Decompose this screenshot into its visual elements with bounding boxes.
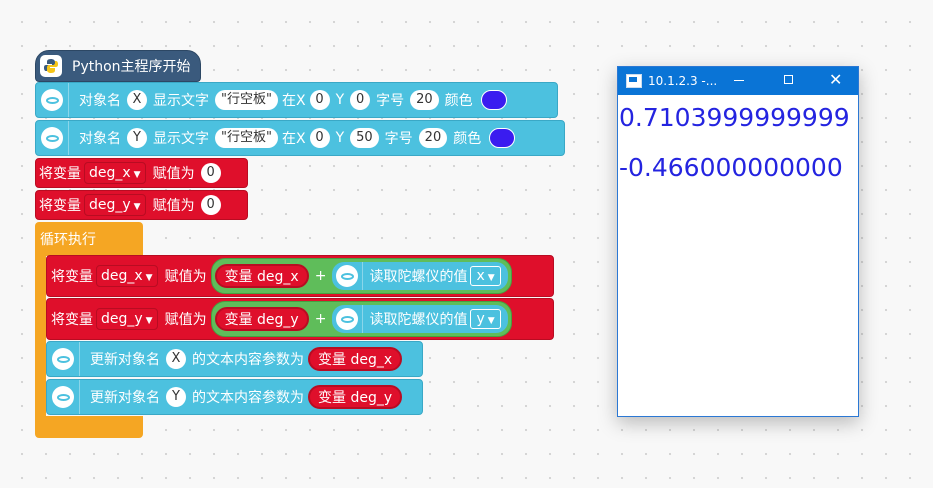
label-set-variable: 将变量 bbox=[51, 269, 93, 285]
set-deg-x-gyro-block[interactable]: 将变量 deg_x ▼ 赋值为 变量 deg_x + 读取陀螺仪的值 x ▼ bbox=[46, 255, 554, 297]
label-read-gyro: 读取陀螺仪的值 bbox=[369, 269, 468, 285]
object-name-field[interactable]: Y bbox=[166, 387, 186, 407]
variable-dropdown[interactable]: deg_x ▼ bbox=[84, 162, 146, 184]
label-show-text: 显示文字 bbox=[153, 131, 209, 147]
close-icon[interactable]: ✕ bbox=[829, 72, 842, 88]
label-color: 颜色 bbox=[453, 131, 482, 147]
caret-down-icon: ▼ bbox=[133, 202, 141, 212]
read-gyro-block[interactable]: 读取陀螺仪的值 y ▼ bbox=[332, 305, 508, 333]
y-field[interactable]: 50 bbox=[350, 128, 379, 148]
unihiker-icon bbox=[336, 308, 359, 330]
label-text-param: 的文本内容参数为 bbox=[192, 352, 304, 368]
label-assign: 赋值为 bbox=[152, 166, 195, 182]
label-size: 字号 bbox=[384, 131, 413, 147]
variable-reporter[interactable]: 变量 deg_x bbox=[308, 347, 403, 371]
label-x: 在X bbox=[281, 93, 306, 109]
label-read-gyro: 读取陀螺仪的值 bbox=[369, 312, 468, 328]
add-operator-block[interactable]: 变量 deg_x + 读取陀螺仪的值 x ▼ bbox=[210, 258, 512, 294]
unihiker-icon bbox=[41, 127, 63, 149]
axis-dropdown[interactable]: x ▼ bbox=[470, 266, 501, 286]
add-operator-block[interactable]: 变量 deg_y + 读取陀螺仪的值 y ▼ bbox=[210, 301, 512, 337]
maximize-icon[interactable] bbox=[784, 75, 793, 84]
label-assign: 赋值为 bbox=[164, 312, 207, 328]
label-update-object: 更新对象名 bbox=[90, 390, 160, 406]
text-value-field[interactable]: "行空板" bbox=[215, 90, 278, 110]
object-name-field[interactable]: X bbox=[166, 349, 186, 369]
app-icon bbox=[626, 74, 642, 88]
plus-operator: + bbox=[314, 311, 327, 327]
update-text-block-x[interactable]: 更新对象名 X 的文本内容参数为 变量 deg_x bbox=[46, 341, 423, 377]
set-variable-block-deg-y[interactable]: 将变量 deg_y ▼ 赋值为 0 bbox=[35, 190, 248, 220]
size-field[interactable]: 20 bbox=[418, 128, 448, 148]
label-set-variable: 将变量 bbox=[39, 198, 81, 214]
display-text-block-x[interactable]: 对象名 X 显示文字 "行空板" 在X 0 Y 0 字号 20 颜色 bbox=[35, 82, 558, 118]
caret-down-icon: ▼ bbox=[133, 170, 141, 180]
unihiker-icon bbox=[52, 348, 74, 370]
value-field[interactable]: 0 bbox=[200, 163, 221, 183]
hat-label: Python主程序开始 bbox=[72, 59, 191, 75]
variable-reporter[interactable]: 变量 deg_x bbox=[214, 264, 309, 288]
loop-label: 循环执行 bbox=[40, 232, 96, 248]
unihiker-icon bbox=[336, 265, 359, 287]
label-assign: 赋值为 bbox=[152, 198, 195, 214]
variable-dropdown[interactable]: deg_y ▼ bbox=[84, 194, 146, 216]
update-text-block-y[interactable]: 更新对象名 Y 的文本内容参数为 变量 deg_y bbox=[46, 379, 423, 415]
display-text-block-y[interactable]: 对象名 Y 显示文字 "行空板" 在X 0 Y 50 字号 20 颜色 bbox=[35, 120, 565, 156]
window-title: 10.1.2.3 -... bbox=[648, 74, 718, 88]
object-name-field[interactable]: X bbox=[127, 90, 147, 110]
set-variable-block-deg-x[interactable]: 将变量 deg_x ▼ 赋值为 0 bbox=[35, 158, 248, 188]
window-titlebar[interactable]: 10.1.2.3 -... ✕ bbox=[618, 67, 858, 95]
python-logo-icon bbox=[40, 55, 62, 77]
text-value-field[interactable]: "行空板" bbox=[215, 128, 278, 148]
variable-dropdown[interactable]: deg_x ▼ bbox=[96, 265, 158, 287]
color-picker[interactable] bbox=[480, 90, 507, 110]
unihiker-icon bbox=[52, 386, 74, 408]
x-field[interactable]: 0 bbox=[309, 90, 330, 110]
caret-down-icon: ▼ bbox=[487, 316, 495, 326]
plus-operator: + bbox=[314, 268, 327, 284]
remote-desktop-window[interactable]: 10.1.2.3 -... ✕ 0.7103999999999 -0.46600… bbox=[617, 66, 859, 417]
label-text-param: 的文本内容参数为 bbox=[192, 390, 304, 406]
unihiker-icon bbox=[41, 89, 63, 111]
label-set-variable: 将变量 bbox=[39, 166, 81, 182]
minimize-icon[interactable] bbox=[734, 80, 744, 81]
label-update-object: 更新对象名 bbox=[90, 352, 160, 368]
variable-reporter[interactable]: 变量 deg_y bbox=[214, 307, 309, 331]
x-field[interactable]: 0 bbox=[309, 128, 330, 148]
color-picker[interactable] bbox=[489, 128, 516, 148]
caret-down-icon: ▼ bbox=[487, 273, 495, 283]
variable-reporter[interactable]: 变量 deg_y bbox=[308, 385, 403, 409]
read-gyro-block[interactable]: 读取陀螺仪的值 x ▼ bbox=[332, 262, 508, 290]
label-x: 在X bbox=[281, 131, 306, 147]
variable-dropdown[interactable]: deg_y ▼ bbox=[96, 308, 158, 330]
label-show-text: 显示文字 bbox=[153, 93, 209, 109]
label-size: 字号 bbox=[376, 93, 405, 109]
python-main-hat-block[interactable]: Python主程序开始 bbox=[35, 50, 201, 82]
caret-down-icon: ▼ bbox=[145, 316, 153, 326]
y-field[interactable]: 0 bbox=[350, 90, 371, 110]
size-field[interactable]: 20 bbox=[410, 90, 439, 110]
label-set-variable: 将变量 bbox=[51, 312, 93, 328]
caret-down-icon: ▼ bbox=[145, 273, 153, 283]
object-name-field[interactable]: Y bbox=[127, 128, 147, 148]
display-line-2: -0.466000000000 bbox=[619, 153, 843, 182]
label-color: 颜色 bbox=[444, 93, 473, 109]
display-line-1: 0.7103999999999 bbox=[619, 103, 850, 132]
axis-dropdown[interactable]: y ▼ bbox=[470, 309, 501, 329]
label-assign: 赋值为 bbox=[164, 269, 207, 285]
label-object-name: 对象名 bbox=[79, 131, 121, 147]
label-y: Y bbox=[335, 92, 345, 108]
label-object-name: 对象名 bbox=[79, 93, 121, 109]
value-field[interactable]: 0 bbox=[200, 195, 221, 215]
set-deg-y-gyro-block[interactable]: 将变量 deg_y ▼ 赋值为 变量 deg_y + 读取陀螺仪的值 y ▼ bbox=[46, 298, 554, 340]
label-y: Y bbox=[335, 130, 345, 146]
